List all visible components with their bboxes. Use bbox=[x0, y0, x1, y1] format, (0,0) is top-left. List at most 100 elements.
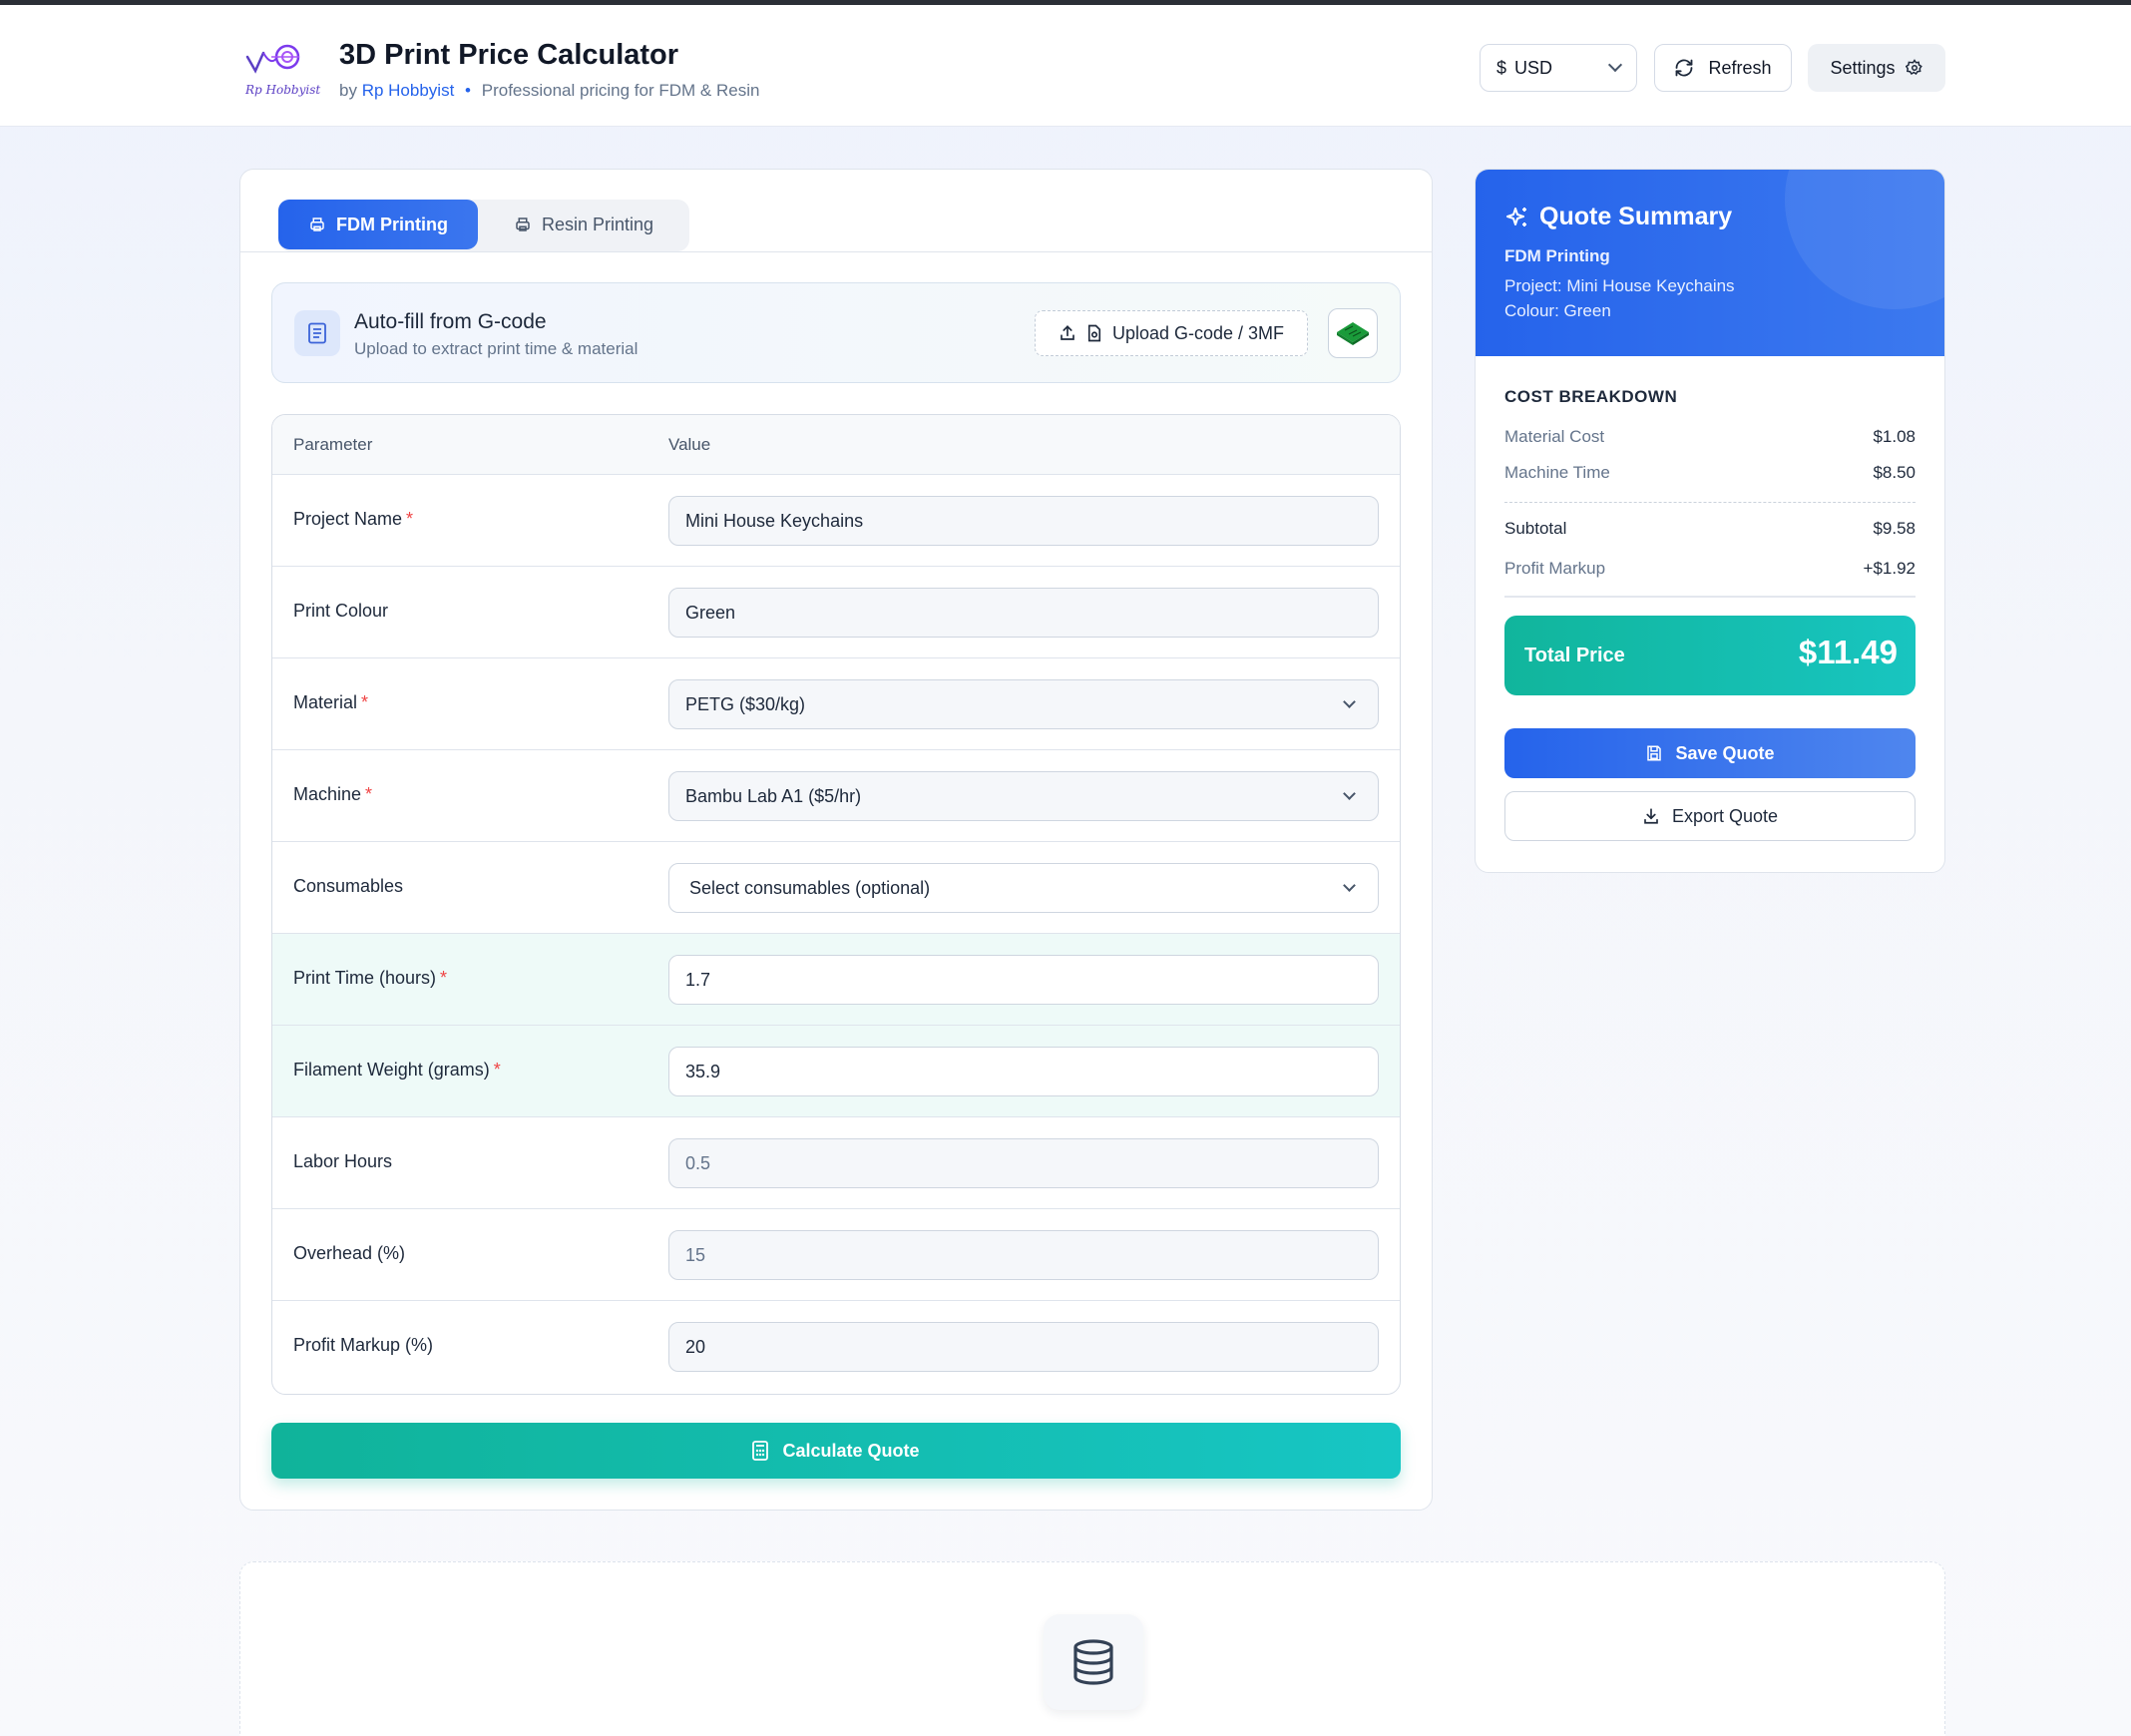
row-label: Labor Hours bbox=[293, 1151, 393, 1171]
profit-markup-input[interactable]: 20 bbox=[668, 1322, 1379, 1372]
material-select[interactable]: PETG ($30/kg) bbox=[668, 679, 1379, 729]
quote-summary-title: Quote Summary bbox=[1505, 203, 1732, 231]
save-label: Save Quote bbox=[1675, 742, 1775, 763]
field-value: Mini House Keychains bbox=[685, 510, 864, 531]
logo-text: Rp Hobbyist bbox=[245, 83, 321, 97]
breakdown-row-material: Material Cost $1.08 bbox=[1504, 427, 1916, 447]
chevron-down-icon bbox=[1343, 879, 1356, 892]
currency-select[interactable]: $ USD bbox=[1480, 44, 1637, 92]
row-print-colour: Print Colour Green bbox=[272, 567, 1400, 658]
bambu-lab-icon bbox=[1337, 322, 1369, 345]
upload-label: Upload G-code / 3MF bbox=[1111, 322, 1285, 343]
database-icon-box bbox=[1044, 1614, 1143, 1710]
required-marker: * bbox=[493, 1060, 501, 1080]
chevron-down-icon bbox=[1607, 57, 1623, 73]
total-price-value: $11.49 bbox=[1798, 634, 1898, 670]
breakdown-value: $8.50 bbox=[1873, 463, 1916, 482]
chevron-down-icon bbox=[1343, 695, 1356, 708]
app-header: Rp Hobbyist 3D Print Price Calculator by… bbox=[0, 5, 2131, 127]
print-colour-input[interactable]: Green bbox=[668, 588, 1379, 638]
subtitle-prefix: by bbox=[339, 81, 357, 100]
required-marker: * bbox=[361, 692, 369, 712]
table-header: Parameter Value bbox=[272, 415, 1400, 475]
row-label: Profit Markup (%) bbox=[293, 1335, 434, 1355]
row-overhead: Overhead (%) 15 bbox=[272, 1209, 1400, 1301]
breakdown-row-machine: Machine Time $8.50 bbox=[1504, 463, 1916, 483]
breakdown-row-markup: Profit Markup +$1.92 bbox=[1504, 559, 1916, 579]
settings-label: Settings bbox=[1830, 57, 1896, 78]
field-value: 20 bbox=[685, 1336, 706, 1357]
subtitle-separator: • bbox=[465, 81, 471, 100]
gcode-title: Auto-fill from G-code bbox=[354, 310, 547, 333]
divider bbox=[1504, 502, 1916, 503]
upload-gcode-button[interactable]: Upload G-code / 3MF bbox=[1035, 310, 1308, 356]
row-labor-hours: Labor Hours 0.5 bbox=[272, 1117, 1400, 1209]
app-subtitle: by Rp Hobbyist • Professional pricing fo… bbox=[339, 81, 759, 101]
calculate-label: Calculate Quote bbox=[782, 1440, 920, 1461]
consumables-select[interactable]: Select consumables (optional) bbox=[668, 863, 1379, 913]
save-quote-button[interactable]: Save Quote bbox=[1504, 728, 1916, 778]
quote-summary-card: Quote Summary FDM Printing Project: Mini… bbox=[1475, 169, 1945, 873]
field-value: 35.9 bbox=[685, 1061, 721, 1082]
row-label: Material bbox=[293, 692, 358, 712]
sparkles-icon bbox=[1506, 207, 1526, 226]
decorative-circle bbox=[1785, 170, 1944, 309]
required-marker: * bbox=[406, 509, 414, 529]
machine-select[interactable]: Bambu Lab A1 ($5/hr) bbox=[668, 771, 1379, 821]
printer-icon bbox=[516, 217, 530, 231]
refresh-button[interactable]: Refresh bbox=[1654, 44, 1792, 92]
row-machine: Machine * Bambu Lab A1 ($5/hr) bbox=[272, 750, 1400, 842]
summary-project: Project: Mini House Keychains bbox=[1504, 276, 1735, 295]
labor-hours-input[interactable]: 0.5 bbox=[668, 1138, 1379, 1188]
field-value: Green bbox=[685, 602, 736, 623]
field-value: PETG ($30/kg) bbox=[685, 693, 806, 714]
field-value: 0.5 bbox=[685, 1152, 711, 1173]
app-title: 3D Print Price Calculator bbox=[339, 39, 679, 71]
gcode-subtitle: Upload to extract print time & material bbox=[354, 339, 639, 358]
gcode-autofill-panel: Auto-fill from G-code Upload to extract … bbox=[271, 282, 1401, 383]
tab-label: Resin Printing bbox=[541, 214, 654, 234]
row-label: Print Colour bbox=[293, 601, 389, 621]
field-value: Bambu Lab A1 ($5/hr) bbox=[685, 785, 862, 806]
filament-weight-input[interactable]: 35.9 bbox=[668, 1047, 1379, 1096]
calculate-quote-button[interactable]: Calculate Quote bbox=[271, 1423, 1401, 1479]
currency-value: USD bbox=[1514, 57, 1553, 78]
row-label: Filament Weight (grams) bbox=[293, 1060, 490, 1080]
settings-button[interactable]: Settings bbox=[1808, 44, 1945, 92]
overhead-input[interactable]: 15 bbox=[668, 1230, 1379, 1280]
save-icon bbox=[1647, 745, 1662, 761]
row-label: Machine bbox=[293, 784, 362, 804]
database-icon bbox=[1073, 1639, 1113, 1685]
breakdown-row-subtotal: Subtotal $9.58 bbox=[1504, 519, 1916, 539]
breakdown-value: $9.58 bbox=[1873, 519, 1916, 538]
export-label: Export Quote bbox=[1671, 805, 1779, 826]
breakdown-label: Material Cost bbox=[1504, 427, 1605, 446]
file-icon bbox=[1087, 324, 1101, 342]
row-label: Consumables bbox=[293, 876, 404, 896]
brand-link[interactable]: Rp Hobbyist bbox=[362, 81, 455, 100]
tab-label: FDM Printing bbox=[336, 214, 448, 234]
row-label: Overhead (%) bbox=[293, 1243, 406, 1263]
required-marker: * bbox=[365, 784, 373, 804]
document-icon bbox=[294, 310, 340, 356]
tab-resin-printing[interactable]: Resin Printing bbox=[478, 200, 689, 249]
summary-title-text: Quote Summary bbox=[1539, 203, 1733, 230]
row-consumables: Consumables Select consumables (optional… bbox=[272, 842, 1400, 934]
project-name-input[interactable]: Mini House Keychains bbox=[668, 496, 1379, 546]
row-label: Project Name bbox=[293, 509, 403, 529]
tab-fdm-printing[interactable]: FDM Printing bbox=[278, 200, 478, 249]
calculator-card: FDM Printing Resin Printing Auto-fill fr… bbox=[239, 169, 1433, 1511]
bambu-lab-button[interactable] bbox=[1328, 308, 1378, 358]
cost-breakdown-title: COST BREAKDOWN bbox=[1504, 387, 1678, 406]
total-price-label: Total Price bbox=[1524, 645, 1625, 666]
refresh-icon bbox=[1676, 59, 1693, 77]
chevron-down-icon bbox=[1343, 787, 1356, 800]
export-quote-button[interactable]: Export Quote bbox=[1504, 791, 1916, 841]
field-value: Select consumables (optional) bbox=[689, 877, 931, 898]
tagline: Professional pricing for FDM & Resin bbox=[481, 81, 760, 100]
summary-print-type: FDM Printing bbox=[1504, 246, 1610, 265]
row-project-name: Project Name * Mini House Keychains bbox=[272, 475, 1400, 567]
column-header-value: Value bbox=[668, 435, 711, 454]
upload-icon bbox=[1061, 325, 1074, 340]
print-time-input[interactable]: 1.7 bbox=[668, 955, 1379, 1005]
